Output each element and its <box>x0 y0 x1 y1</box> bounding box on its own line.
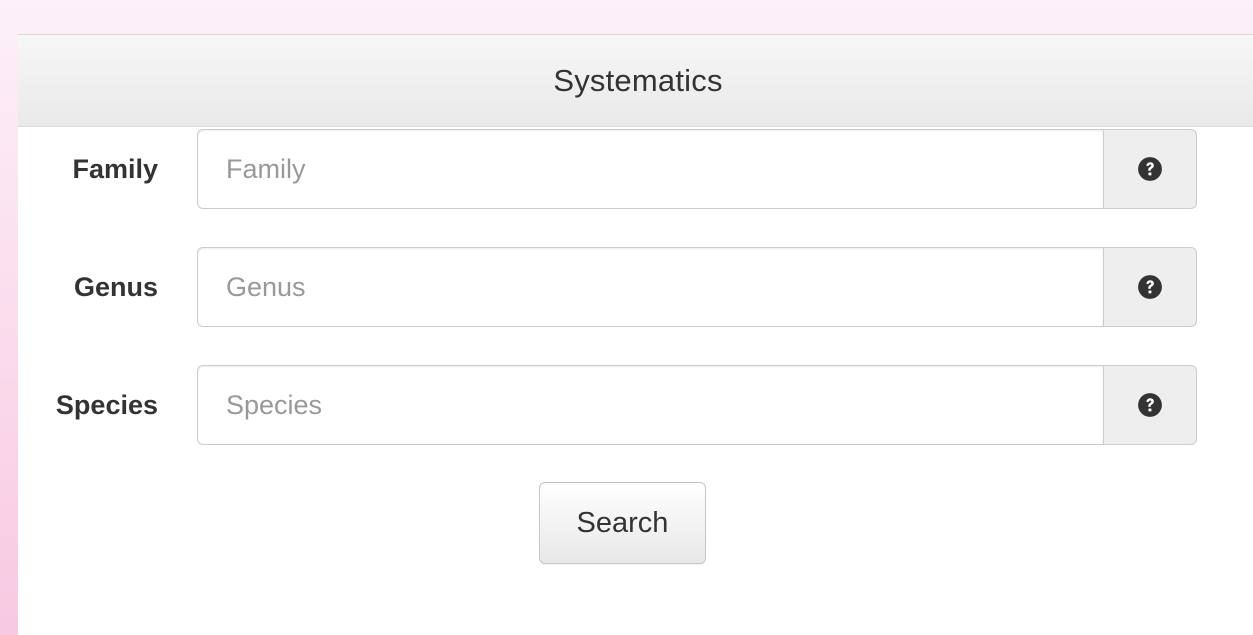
question-circle-icon <box>1138 157 1162 181</box>
panel-title: Systematics <box>553 62 723 98</box>
species-label: Species <box>55 390 158 420</box>
genus-row: Genus <box>0 247 1240 327</box>
question-circle-icon <box>1138 393 1162 417</box>
genus-input[interactable] <box>197 247 1103 327</box>
genus-help-button[interactable] <box>1103 247 1197 327</box>
panel-heading: Systematics <box>18 35 1253 127</box>
search-button[interactable]: Search <box>539 482 706 564</box>
genus-label: Genus <box>73 272 158 302</box>
species-input[interactable] <box>197 365 1103 445</box>
species-row: Species <box>0 365 1240 445</box>
species-input-group <box>197 365 1197 445</box>
family-row: Family <box>0 129 1240 209</box>
species-help-button[interactable] <box>1103 365 1197 445</box>
family-label: Family <box>72 154 158 184</box>
family-help-button[interactable] <box>1103 129 1197 209</box>
genus-input-group <box>197 247 1197 327</box>
search-button-wrapper: Search <box>0 482 1253 564</box>
question-circle-icon <box>1138 275 1162 299</box>
family-input-group <box>197 129 1197 209</box>
family-input[interactable] <box>197 129 1103 209</box>
